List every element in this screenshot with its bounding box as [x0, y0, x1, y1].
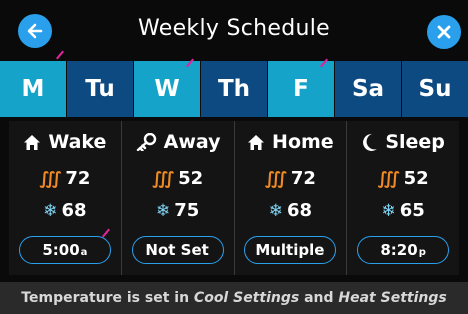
- cool-setpoint: ❄ 65: [347, 200, 459, 221]
- footer-prefix: Temperature is set in: [21, 290, 194, 306]
- heat-value: 72: [65, 168, 91, 189]
- close-button[interactable]: [427, 15, 461, 49]
- footer-joiner: and: [299, 290, 339, 306]
- touch-mark: [56, 50, 64, 60]
- time-value: Multiple: [255, 241, 325, 259]
- day-button-monday[interactable]: M: [0, 61, 67, 117]
- header-bar: Weekly Schedule: [0, 0, 468, 60]
- cool-setpoint: ❄ 75: [122, 200, 234, 221]
- period-name: Home: [272, 131, 334, 153]
- house-icon: [24, 134, 41, 150]
- close-icon: [437, 25, 451, 39]
- time-button[interactable]: 5:00 a: [18, 236, 111, 264]
- day-button-saturday[interactable]: Sa: [335, 61, 402, 117]
- day-button-sunday[interactable]: Su: [402, 61, 468, 117]
- period-away: Away ∭ 52 ❄ 75 Not Set: [122, 121, 235, 275]
- period-name: Wake: [48, 131, 107, 153]
- touch-mark: [102, 228, 110, 238]
- day-button-tuesday[interactable]: Tu: [67, 61, 134, 117]
- page-title: Weekly Schedule: [138, 16, 330, 41]
- period-sleep: Sleep ∭ 52 ❄ 65 8:20 p: [347, 121, 459, 275]
- period-header: Away: [122, 131, 234, 153]
- cool-value: 68: [61, 200, 87, 221]
- period-header: Wake: [9, 131, 121, 153]
- schedule-panel: Wake ∭ 72 ❄ 68 5:00 a Away ∭ 52 ❄ 75 Not…: [9, 121, 459, 275]
- heat-value: 52: [403, 168, 429, 189]
- time-button[interactable]: Multiple: [244, 236, 337, 264]
- cool-setpoint: ❄ 68: [9, 200, 121, 221]
- footer-note: Temperature is set in Cool Settings and …: [0, 282, 468, 314]
- cool-value: 65: [399, 200, 425, 221]
- period-wake: Wake ∭ 72 ❄ 68 5:00 a: [9, 121, 122, 275]
- heat-value: 52: [178, 168, 204, 189]
- time-button[interactable]: 8:20 p: [357, 236, 450, 264]
- moon-icon: [363, 133, 378, 151]
- cool-setpoint: ❄ 68: [235, 200, 347, 221]
- heat-value: 72: [290, 168, 316, 189]
- house-icon: [248, 134, 265, 150]
- snowflake-icon: ❄: [268, 200, 283, 221]
- cool-value: 68: [286, 200, 313, 221]
- time-ampm: p: [418, 247, 426, 258]
- heat-icon: ∭: [264, 168, 287, 189]
- heat-icon: ∭: [377, 168, 400, 189]
- time-button[interactable]: Not Set: [131, 236, 224, 264]
- heat-setpoint: ∭ 52: [122, 168, 234, 189]
- heat-icon: ∭: [152, 168, 175, 189]
- heat-setpoint: ∭ 52: [347, 168, 459, 189]
- cool-value: 75: [174, 200, 200, 221]
- cool-settings-text: Cool Settings: [193, 290, 300, 306]
- time-value: 5:00: [42, 241, 80, 259]
- key-icon: [136, 133, 156, 151]
- period-header: Home: [235, 131, 347, 153]
- period-name: Sleep: [385, 131, 445, 153]
- period-name: Away: [163, 131, 221, 153]
- time-ampm: a: [80, 247, 88, 258]
- time-value: Not Set: [145, 241, 209, 259]
- period-home: Home ∭ 72 ❄ 68 Multiple: [235, 121, 348, 275]
- heat-icon: ∭: [39, 168, 62, 189]
- day-button-thursday[interactable]: Th: [201, 61, 268, 117]
- day-button-wednesday[interactable]: W: [134, 61, 201, 117]
- period-header: Sleep: [347, 131, 459, 153]
- time-value: 8:20: [380, 241, 418, 259]
- day-button-friday[interactable]: F: [268, 61, 335, 117]
- heat-settings-text: Heat Settings: [338, 290, 447, 306]
- snowflake-icon: ❄: [43, 200, 58, 221]
- heat-setpoint: ∭ 72: [235, 168, 347, 189]
- snowflake-icon: ❄: [155, 200, 171, 221]
- day-selector: M Tu W Th F Sa Su: [0, 61, 468, 117]
- snowflake-icon: ❄: [381, 200, 396, 221]
- heat-setpoint: ∭ 72: [9, 168, 121, 189]
